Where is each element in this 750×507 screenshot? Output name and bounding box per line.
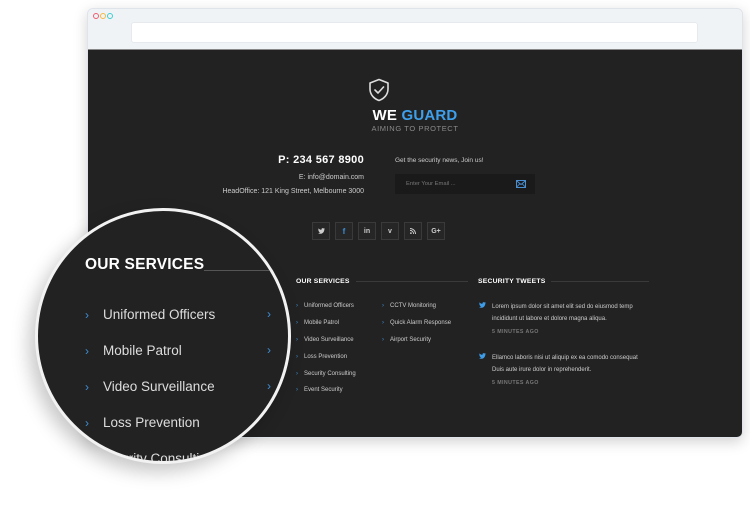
linkedin-button[interactable]: in <box>358 222 376 240</box>
browser-chrome <box>88 9 742 49</box>
service-link[interactable]: › Quick Alarm Response <box>382 315 451 332</box>
shield-check-icon <box>369 78 389 102</box>
address-bar[interactable] <box>131 22 698 43</box>
facebook-button[interactable]: f <box>335 222 353 240</box>
chevron-right-icon: › <box>296 387 298 394</box>
service-link[interactable]: › Airport Security <box>382 332 451 349</box>
services-heading: OUR SERVICES <box>296 278 468 285</box>
chevron-right-icon: › <box>85 343 89 358</box>
twitter-bird-icon <box>479 353 486 359</box>
magnifier-lens: OUR SERVICES › Uniformed Officers › Mobile… <box>35 208 291 464</box>
chevron-right-icon: › <box>85 415 89 430</box>
rss-button[interactable] <box>404 222 422 240</box>
rss-icon <box>410 228 416 234</box>
chevron-right-icon: › <box>85 379 89 394</box>
service-link[interactable]: › Video Surveillance <box>296 332 356 349</box>
chevron-right-icon: › <box>85 307 89 322</box>
chevron-right-icon: › <box>382 320 384 327</box>
minimize-dot-icon[interactable] <box>100 13 106 19</box>
service-link[interactable]: › Uniformed Officers <box>296 298 356 315</box>
twitter-bird-icon <box>479 302 486 308</box>
google-plus-icon: G+ <box>431 227 441 235</box>
contact-office: HeadOffice: 121 King Street, Melbourne 3… <box>222 188 364 195</box>
magnifier-item: › Video Surveillance <box>85 379 215 394</box>
envelope-icon[interactable] <box>516 180 526 188</box>
social-links: f in v G+ <box>312 222 445 240</box>
chevron-right-icon: › <box>382 303 384 310</box>
facebook-icon: f <box>342 226 346 236</box>
magnifier-item: › Uniformed Officers <box>85 307 216 322</box>
chevron-right-icon: › <box>296 320 298 327</box>
twitter-button[interactable] <box>312 222 330 240</box>
chevron-right-icon: › <box>296 336 298 343</box>
services-title: OUR SERVICES <box>296 278 350 285</box>
chevron-right-icon: › <box>382 336 384 343</box>
services-title-rule <box>355 281 468 282</box>
service-link[interactable]: › CCTV Monitoring <box>382 298 451 315</box>
vimeo-button[interactable]: v <box>381 222 399 240</box>
service-link[interactable]: › Security Consulting <box>296 365 356 382</box>
tweets-heading: SECURITY TWEETS <box>478 278 650 285</box>
tweets-title-rule <box>551 281 650 282</box>
twitter-icon <box>317 228 325 234</box>
brand-name-part1: WE <box>372 107 398 124</box>
tweet-time: 5 MINUTES AGO <box>492 329 539 335</box>
service-link[interactable]: › Loss Prevention <box>296 348 356 365</box>
vimeo-icon: v <box>388 227 392 235</box>
chevron-right-icon: › <box>296 353 298 360</box>
magnifier-item: › Loss Prevention <box>85 415 200 430</box>
chevron-right-icon: › <box>267 343 271 357</box>
tweet-text: Lorem ipsum dolor sit amet elit sed do e… <box>492 304 633 322</box>
tweet-item: Ellamco laboris nisi ut aliquip ex ea co… <box>479 352 639 386</box>
chevron-right-icon: › <box>296 303 298 310</box>
service-link[interactable]: › Event Security <box>296 382 356 399</box>
contact-info: P: 234 567 8900 E: info@domain.com HeadO… <box>222 154 364 195</box>
window-controls <box>93 13 113 19</box>
magnifier-title-rule <box>204 270 288 271</box>
service-link[interactable]: › Mobile Patrol <box>296 315 356 332</box>
maximize-dot-icon[interactable] <box>107 13 113 19</box>
tweets-title: SECURITY TWEETS <box>478 278 546 285</box>
close-dot-icon[interactable] <box>93 13 99 19</box>
tweet-item: Lorem ipsum dolor sit amet elit sed do e… <box>479 301 639 335</box>
linkedin-icon: in <box>363 227 371 235</box>
magnifier-item: Security Consulting <box>98 451 215 464</box>
services-list-col1: › Uniformed Officers › Mobile Patrol › Vide… <box>296 298 356 399</box>
services-list-col2: › CCTV Monitoring › Quick Alarm Response ›… <box>382 298 451 348</box>
chevron-right-icon: › <box>267 307 271 321</box>
magnifier-title: OUR SERVICES <box>85 256 205 273</box>
brand-name: WE GUARD <box>88 107 742 124</box>
brand-tagline: AIMING TO PROTECT <box>371 124 459 133</box>
brand-name-part2: GUARD <box>401 107 458 124</box>
tweet-time: 5 MINUTES AGO <box>492 380 539 386</box>
contact-email: E: info@domain.com <box>298 174 364 181</box>
chevron-right-icon: › <box>296 370 298 377</box>
newsletter-email-input[interactable] <box>395 174 535 194</box>
magnifier-item: › Mobile Patrol <box>85 343 182 358</box>
google-plus-button[interactable]: G+ <box>427 222 445 240</box>
chevron-right-icon: › <box>267 379 271 393</box>
newsletter-label: Get the security news, Join us! <box>395 157 484 164</box>
tweet-text: Ellamco laboris nisi ut aliquip ex ea co… <box>492 355 638 373</box>
contact-phone: P: 234 567 8900 <box>278 154 364 166</box>
